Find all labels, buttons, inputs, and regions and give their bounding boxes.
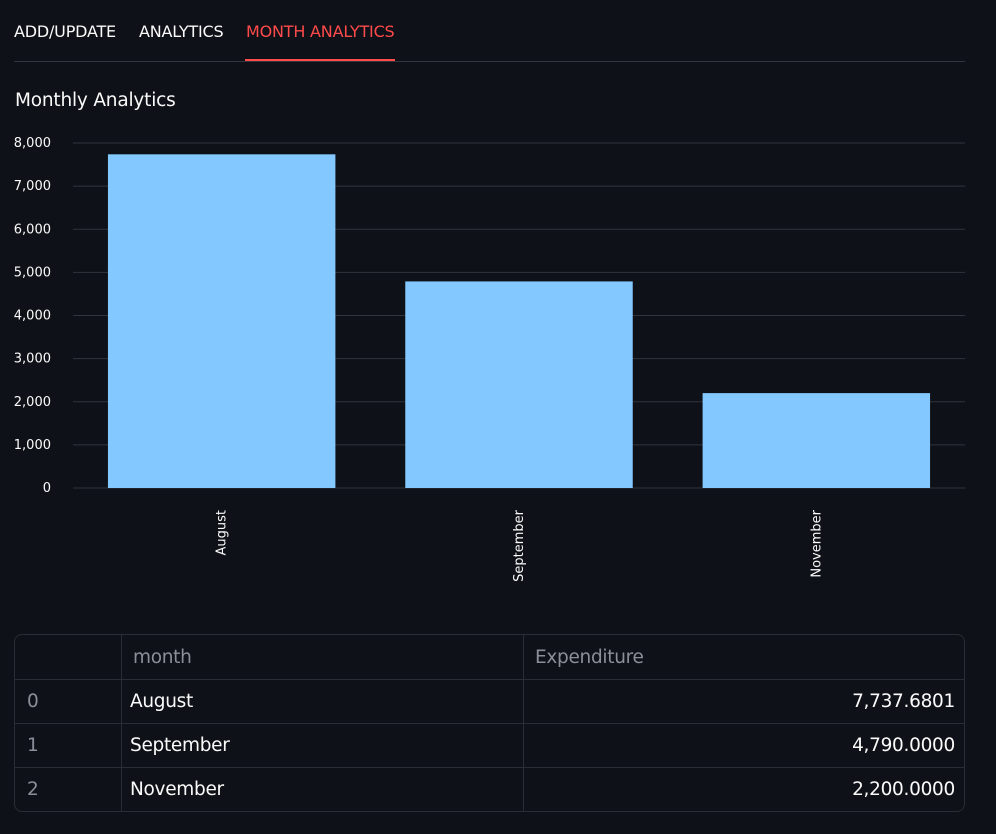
x-tick-label: August xyxy=(215,510,230,556)
y-tick-label: 3,000 xyxy=(14,352,51,367)
bar-chart: 0 1,000 2,000 3,000 4,000 5,000 6,000 7,000 8,00… xyxy=(14,136,965,582)
bar xyxy=(107,154,336,488)
y-tick-label: 6,000 xyxy=(14,222,51,237)
month-cell[interactable]: November xyxy=(121,768,523,811)
bar xyxy=(405,281,633,488)
table-row[interactable]: 2 November 2,200.0000 xyxy=(15,767,964,811)
table-row[interactable]: 1 September 4,790.0000 xyxy=(15,723,964,767)
expenditure-cell[interactable]: 2,200.0000 xyxy=(523,768,964,811)
month-cell[interactable]: September xyxy=(121,724,523,767)
bar xyxy=(702,393,931,488)
data-table[interactable]: month Expenditure 0 August 7,737.6801 1 … xyxy=(14,634,965,812)
y-tick-label: 8,000 xyxy=(14,136,51,151)
row-index: 2 xyxy=(27,779,39,800)
row-index: 1 xyxy=(27,735,39,756)
page-title: Monthly Analytics xyxy=(15,90,176,111)
y-tick-label: 2,000 xyxy=(14,395,51,410)
active-tab-indicator xyxy=(245,59,395,61)
tab-month-analytics[interactable]: MONTH ANALYTICS xyxy=(246,20,395,44)
expenditure-cell[interactable]: 4,790.0000 xyxy=(523,724,964,767)
row-index: 0 xyxy=(27,691,39,712)
y-tick-label: 4,000 xyxy=(14,309,51,324)
expenditure-cell[interactable]: 7,737.6801 xyxy=(523,680,964,723)
tab-analytics[interactable]: ANALYTICS xyxy=(139,20,224,44)
column-header-index[interactable] xyxy=(15,635,121,679)
column-header-expenditure[interactable]: Expenditure xyxy=(523,635,964,679)
tab-bar: ADD/UPDATE ANALYTICS MONTH ANALYTICS xyxy=(14,0,965,62)
y-tick-label: 1,000 xyxy=(14,438,51,453)
y-tick-label: 7,000 xyxy=(14,179,51,194)
y-tick-label: 0 xyxy=(43,481,51,496)
month-cell[interactable]: August xyxy=(121,680,523,723)
x-tick-label: September xyxy=(512,509,527,582)
table-header-row: month Expenditure xyxy=(15,635,964,679)
y-tick-label: 5,000 xyxy=(14,265,51,280)
x-tick-label: November xyxy=(809,509,824,577)
tab-add-update[interactable]: ADD/UPDATE xyxy=(14,20,116,44)
column-header-month[interactable]: month xyxy=(121,635,523,679)
table-row[interactable]: 0 August 7,737.6801 xyxy=(15,679,964,723)
